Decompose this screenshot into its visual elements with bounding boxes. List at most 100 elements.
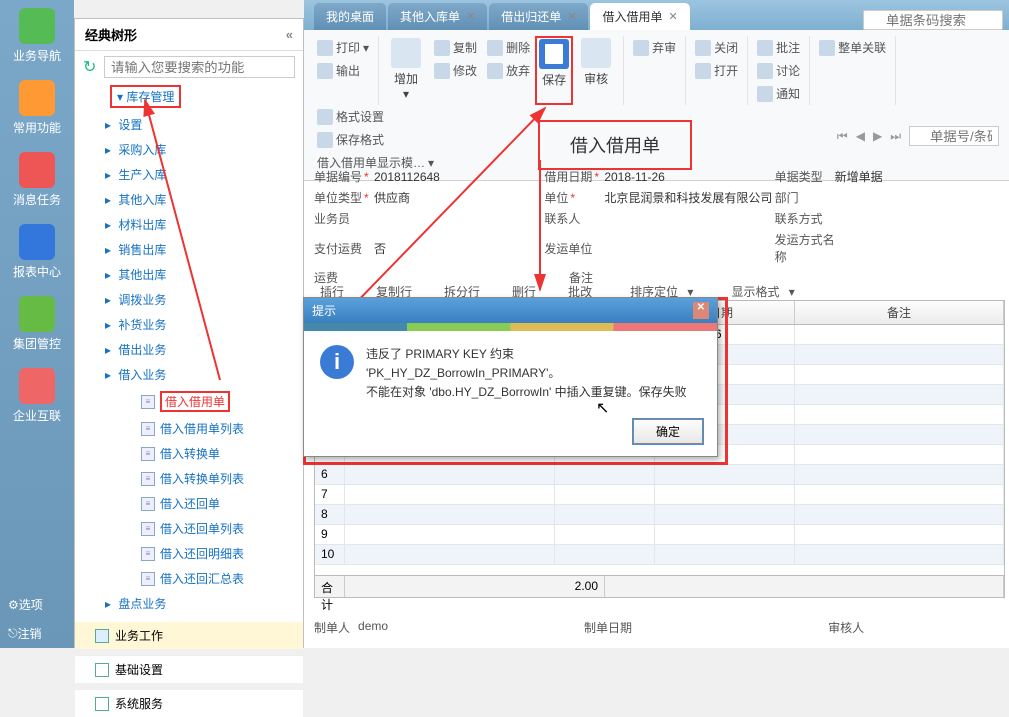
- tree-doc[interactable]: ≡借入还回单列表: [119, 516, 303, 541]
- nav-ent[interactable]: 企业互联: [0, 360, 74, 432]
- section-sys[interactable]: 系统服务: [75, 689, 303, 717]
- label: 支付运费: [314, 240, 374, 257]
- footer-info: 制单人demo 制单日期 审核人: [314, 619, 1005, 636]
- table-row[interactable]: 9: [315, 525, 1004, 545]
- discard-button[interactable]: 弃审: [628, 36, 681, 59]
- section-work[interactable]: 业务工作: [75, 622, 303, 649]
- label: 单位*: [544, 189, 604, 206]
- tree-item[interactable]: 调拨业务: [105, 287, 303, 312]
- print-button[interactable]: 打印 ▾: [312, 36, 374, 59]
- options-link[interactable]: ⚙ 选项: [0, 590, 74, 619]
- copy-button[interactable]: 复制: [429, 36, 482, 59]
- prev-icon[interactable]: ◀: [856, 129, 865, 143]
- add-icon: [391, 38, 421, 68]
- tree-root[interactable]: 库存管理: [75, 83, 303, 108]
- tree-item[interactable]: 采购入库: [105, 137, 303, 162]
- last-icon[interactable]: ⏭: [890, 129, 901, 144]
- barcode-search[interactable]: [863, 10, 1003, 30]
- nav-group[interactable]: 集团管控: [0, 288, 74, 360]
- record-search[interactable]: [909, 126, 999, 146]
- tree-doc[interactable]: ≡借入转换单列表: [119, 466, 303, 491]
- doc-icon: ≡: [141, 422, 155, 436]
- output-button[interactable]: 输出: [312, 59, 374, 82]
- save-icon: [539, 39, 569, 69]
- label: 联系方式: [775, 210, 835, 227]
- next-icon[interactable]: ▶: [873, 129, 882, 143]
- label: 联系人: [544, 210, 604, 227]
- add-button[interactable]: 增加 ▾: [383, 36, 429, 105]
- table-row[interactable]: 6: [315, 465, 1004, 485]
- tree-item[interactable]: 生产入库: [105, 162, 303, 187]
- unit-type[interactable]: 供应商: [374, 189, 410, 206]
- discuss-button[interactable]: 讨论: [752, 59, 805, 82]
- cursor-icon: ↖: [596, 398, 609, 418]
- tree-doc-borrow[interactable]: ≡借入借用单: [119, 387, 303, 416]
- tree-item[interactable]: 补货业务: [105, 312, 303, 337]
- tree-item[interactable]: 其他入库: [105, 187, 303, 212]
- grid-footer: 合计 2.00: [315, 575, 1004, 597]
- tree-doc[interactable]: ≡借入还回单: [119, 491, 303, 516]
- label: 单位类型*: [314, 189, 374, 206]
- fmt-button[interactable]: 格式设置: [312, 105, 439, 128]
- approve-button[interactable]: 批注: [752, 36, 805, 59]
- tree-panel: 经典树形« ↻ 库存管理 设置 采购入库 生产入库 其他入库 材料出库 销售出库…: [74, 18, 304, 648]
- modify-button[interactable]: 修改: [429, 59, 482, 82]
- close-icon[interactable]: ✕: [669, 10, 678, 23]
- open-button[interactable]: 打开: [690, 59, 743, 82]
- tree-item[interactable]: 其他出库: [105, 262, 303, 287]
- label: 单据类型: [775, 168, 835, 185]
- tab-return[interactable]: 借出归还单✕: [489, 3, 588, 30]
- ok-button[interactable]: 确定: [633, 419, 703, 444]
- tree-item[interactable]: 借入业务: [105, 362, 303, 387]
- refresh-icon[interactable]: ↻: [83, 57, 100, 77]
- abandon-button[interactable]: 放弃: [482, 59, 535, 82]
- audit-button[interactable]: 审核: [573, 36, 619, 105]
- savefmt-button[interactable]: 保存格式: [312, 128, 439, 151]
- nav-report[interactable]: 报表中心: [0, 216, 74, 288]
- tab-otherin[interactable]: 其他入库单✕: [388, 3, 487, 30]
- tab-borrow[interactable]: 借入借用单✕: [590, 3, 689, 30]
- close-icon[interactable]: ✕: [567, 10, 576, 23]
- tree-collapse[interactable]: «: [286, 27, 293, 42]
- nav-msg[interactable]: 消息任务: [0, 144, 74, 216]
- nav-biz[interactable]: 业务导航: [0, 0, 74, 72]
- tree-item[interactable]: 材料出库: [105, 212, 303, 237]
- date-val[interactable]: 2018-11-26: [604, 170, 665, 184]
- tree-search-input[interactable]: [104, 56, 295, 78]
- tree-title: 经典树形«: [75, 19, 303, 51]
- table-row[interactable]: 7: [315, 485, 1004, 505]
- link-button[interactable]: 整单关联: [814, 36, 891, 59]
- doc-icon: ≡: [141, 547, 155, 561]
- type2-val: 新增单据: [835, 168, 883, 185]
- tree-doc[interactable]: ≡借入转换单: [119, 441, 303, 466]
- tree-doc[interactable]: ≡借入借用单列表: [119, 416, 303, 441]
- pay-val[interactable]: 否: [374, 240, 386, 257]
- notice-button[interactable]: 通知: [752, 82, 805, 105]
- tree-doc[interactable]: ≡借入还回汇总表: [119, 566, 303, 591]
- tree-item[interactable]: 盘点业务: [105, 591, 303, 616]
- logout-link[interactable]: ⎋ 注销: [0, 619, 74, 648]
- delete-button[interactable]: 删除: [482, 36, 535, 59]
- close-button[interactable]: 关闭: [690, 36, 743, 59]
- section-base[interactable]: 基础设置: [75, 655, 303, 683]
- doc-icon: ≡: [141, 572, 155, 586]
- tab-desktop[interactable]: 我的桌面: [314, 3, 386, 30]
- tree-item[interactable]: 销售出库: [105, 237, 303, 262]
- close-icon[interactable]: ✕: [466, 10, 475, 23]
- doc-icon: ≡: [141, 522, 155, 536]
- dialog-close[interactable]: ✕: [693, 302, 709, 319]
- doc-icon: ≡: [141, 497, 155, 511]
- table-row[interactable]: 10: [315, 545, 1004, 565]
- dialog-title: 提示: [312, 302, 336, 319]
- maker: demo: [358, 619, 388, 636]
- table-row[interactable]: 8: [315, 505, 1004, 525]
- tree-item[interactable]: 设置: [105, 112, 303, 137]
- doc-no[interactable]: 2018112648: [374, 170, 440, 184]
- tree-item[interactable]: 借出业务: [105, 337, 303, 362]
- tree-doc[interactable]: ≡借入还回明细表: [119, 541, 303, 566]
- nav-common[interactable]: 常用功能: [0, 72, 74, 144]
- first-icon[interactable]: ⏮: [837, 129, 848, 144]
- label: 业务员: [314, 210, 374, 227]
- save-button[interactable]: 保存: [535, 36, 573, 105]
- unit-val[interactable]: 北京昆润景和科技发展有限公司: [604, 189, 772, 206]
